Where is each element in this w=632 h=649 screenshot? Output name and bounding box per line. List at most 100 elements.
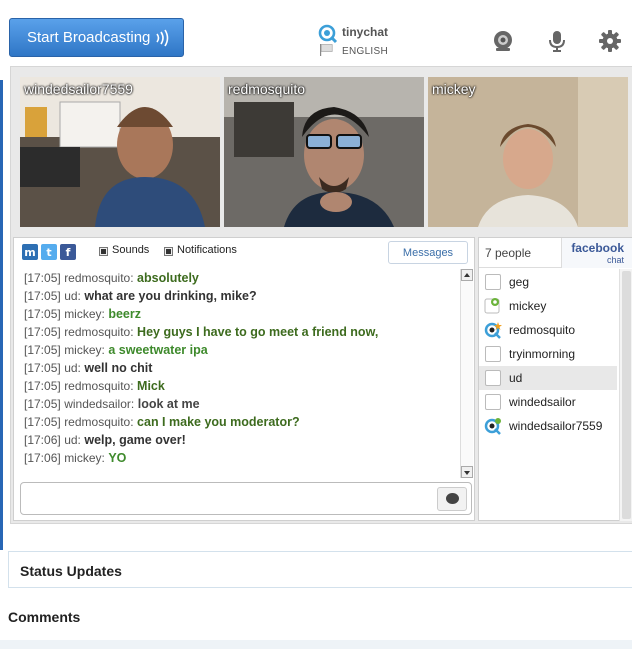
gear-icon[interactable]	[598, 29, 622, 53]
messages-tab-label: Messages	[402, 246, 454, 259]
message-text: look at me	[137, 397, 200, 411]
message-nickname[interactable]: redmosquito:	[64, 325, 133, 339]
video-tile-1[interactable]: windedsailor7559	[20, 77, 220, 227]
video-username-2: redmosquito	[228, 81, 306, 97]
message-nickname[interactable]: redmosquito:	[64, 415, 133, 429]
person-name: mickey	[509, 299, 547, 313]
tinychat-logo[interactable]: tinychat ENGLISH	[318, 24, 398, 60]
chat-message: [17:06] ud: welp, game over!	[24, 433, 186, 447]
facebook-chat-sublabel: chat	[606, 255, 624, 265]
message-nickname[interactable]: ud:	[64, 289, 81, 303]
broadcasting-icon	[484, 297, 502, 315]
myspace-icon[interactable]: m	[22, 244, 38, 260]
message-text: what are you drinking, mike?	[84, 289, 257, 303]
people-scrollbar[interactable]	[619, 269, 632, 521]
person-name: redmosquito	[509, 323, 576, 337]
share-buttons: m t f	[22, 244, 76, 262]
scroll-up-arrow[interactable]	[461, 269, 473, 281]
notifications-checkbox[interactable]	[164, 247, 173, 256]
chat-message: [17:05] ud: well no chit	[24, 361, 152, 375]
camera-icon	[484, 417, 502, 435]
facebook-chat-label: facebook	[571, 241, 624, 255]
message-nickname[interactable]: redmosquito:	[64, 271, 133, 285]
status-updates-section[interactable]: Status Updates	[8, 551, 632, 588]
top-bar: Start Broadcasting tinychat ENGLISH	[0, 0, 632, 66]
chat-message: [17:05] redmosquito: can I make you mode…	[24, 415, 300, 429]
comments-area	[0, 640, 632, 649]
room-frame: windedsailor7559 redmosquito mickey m t …	[10, 66, 632, 524]
chat-input-box	[20, 482, 472, 515]
message-text: YO	[108, 451, 127, 465]
messages-tab[interactable]: Messages	[388, 241, 468, 264]
sounds-checkbox[interactable]	[99, 247, 108, 256]
chat-message: [17:05] redmosquito: Hey guys I have to …	[24, 325, 378, 339]
message-nickname[interactable]: redmosquito:	[64, 379, 133, 393]
message-timestamp: [17:06]	[24, 433, 61, 447]
scroll-down-arrow[interactable]	[461, 466, 473, 478]
message-nickname[interactable]: ud:	[64, 361, 81, 375]
chat-message: [17:05] mickey: a sweetwater ipa	[24, 343, 208, 357]
people-scroll-thumb[interactable]	[622, 271, 631, 519]
chat-message: [17:06] mickey: YO	[24, 451, 126, 465]
video-feed-1	[20, 77, 220, 227]
message-nickname[interactable]: windedsailor:	[64, 397, 134, 411]
video-feed-2	[224, 77, 424, 227]
message-timestamp: [17:05]	[24, 379, 61, 393]
video-feed-3	[428, 77, 628, 227]
broadcast-wave-icon	[156, 29, 169, 47]
send-button[interactable]	[437, 487, 467, 511]
people-header: 7 people facebook chat	[479, 238, 632, 268]
chat-input[interactable]	[27, 487, 427, 511]
message-text: Mick	[137, 379, 165, 393]
people-count[interactable]: 7 people	[485, 246, 531, 260]
person-row[interactable]: mickey	[479, 294, 617, 318]
start-broadcasting-button[interactable]: Start Broadcasting	[9, 18, 184, 57]
message-timestamp: [17:05]	[24, 361, 61, 375]
message-text: can I make you moderator?	[137, 415, 300, 429]
message-timestamp: [17:05]	[24, 343, 61, 357]
start-broadcasting-label: Start Broadcasting	[27, 29, 151, 46]
person-name: geg	[509, 275, 530, 289]
video-tile-3[interactable]: mickey	[428, 77, 628, 227]
message-text: a sweetwater ipa	[108, 343, 208, 357]
webcam-icon[interactable]	[491, 29, 515, 53]
person-checkbox[interactable]	[485, 274, 501, 290]
person-row[interactable]: windedsailor7559	[479, 414, 617, 438]
message-nickname[interactable]: mickey:	[64, 307, 105, 321]
message-text: well no chit	[84, 361, 153, 375]
message-timestamp: [17:06]	[24, 451, 61, 465]
message-nickname[interactable]: mickey:	[64, 451, 105, 465]
person-checkbox[interactable]	[485, 370, 501, 386]
video-tile-2[interactable]: redmosquito	[224, 77, 424, 227]
video-username-1: windedsailor7559	[24, 81, 133, 97]
person-row[interactable]: ud	[479, 366, 617, 390]
chat-log: [17:05] redmosquito: absolutely [17:05] u…	[14, 268, 459, 478]
chat-scrollbar[interactable]	[460, 269, 473, 478]
twitter-icon[interactable]: t	[41, 244, 57, 260]
person-row[interactable]: geg	[479, 270, 617, 294]
facebook-icon[interactable]: f	[60, 244, 76, 260]
message-text: welp, game over!	[84, 433, 186, 447]
notifications-label: Notifications	[177, 244, 237, 256]
person-row[interactable]: windedsailor	[479, 390, 617, 414]
message-timestamp: [17:05]	[24, 289, 61, 303]
people-panel: 7 people facebook chat geg mickey redmosqu…	[478, 237, 632, 521]
person-row[interactable]: redmosquito	[479, 318, 617, 342]
moderator-camera-icon	[484, 321, 502, 339]
message-text: absolutely	[137, 271, 199, 285]
message-text: beerz	[108, 307, 141, 321]
chat-panel: m t f Sounds Notifications Messages [17:…	[13, 237, 475, 521]
language-selector[interactable]: ENGLISH	[342, 46, 388, 57]
message-nickname[interactable]: ud:	[64, 433, 81, 447]
chat-message: [17:05] windedsailor: look at me	[24, 397, 200, 411]
video-username-3: mickey	[432, 81, 476, 97]
comments-title: Comments	[8, 609, 81, 625]
person-checkbox[interactable]	[485, 346, 501, 362]
person-checkbox[interactable]	[485, 394, 501, 410]
facebook-chat-tab[interactable]: facebook chat	[561, 238, 632, 268]
message-timestamp: [17:05]	[24, 325, 61, 339]
microphone-icon[interactable]	[545, 29, 569, 53]
person-row[interactable]: tryinmorning	[479, 342, 617, 366]
send-bubble-icon	[446, 493, 459, 504]
message-nickname[interactable]: mickey:	[64, 343, 105, 357]
